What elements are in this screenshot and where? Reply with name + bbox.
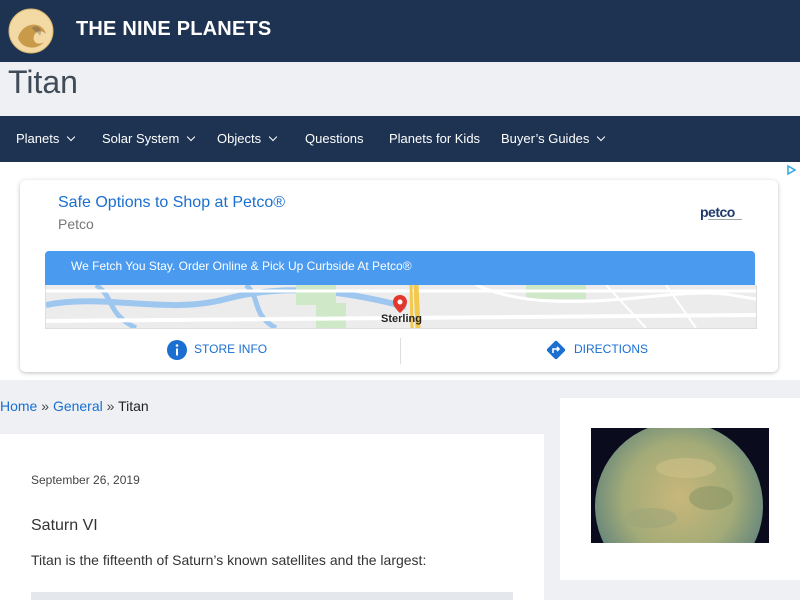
site-title[interactable]: THE NINE PLANETS (76, 18, 271, 41)
nav-item-label: Buyer’s Guides (501, 131, 590, 146)
chevron-down-icon (187, 132, 196, 142)
chevron-down-icon (597, 132, 606, 142)
site-logo-icon[interactable] (8, 8, 54, 54)
petco-logo-tagline (708, 219, 742, 225)
nav-item-planets[interactable]: Planets (16, 116, 76, 162)
map-pin-icon[interactable] (393, 295, 407, 313)
ad-divider (400, 338, 401, 364)
nav-item-buyers-guides[interactable]: Buyer’s Guides (501, 116, 606, 162)
breadcrumb-general-link[interactable]: General (53, 398, 103, 414)
nav-item-label: Planets (16, 131, 60, 146)
breadcrumb: Home » General » Titan (0, 398, 149, 414)
titan-image[interactable] (591, 428, 769, 543)
ad-advertiser: Petco (58, 216, 94, 232)
nav-item-label: Questions (305, 131, 364, 146)
page-title: Titan (8, 64, 78, 100)
nav-item-planets-for-kids[interactable]: Planets for Kids (389, 116, 480, 162)
nav-item-questions[interactable]: Questions (305, 116, 364, 162)
directions-link[interactable]: DIRECTIONS (574, 342, 648, 356)
breadcrumb-separator: » (106, 398, 115, 414)
petco-logo[interactable]: petco (700, 204, 735, 220)
nav-item-label: Objects (217, 131, 262, 146)
site-header: THE NINE PLANETS (0, 0, 800, 62)
breadcrumb-home-link[interactable]: Home (0, 398, 37, 414)
article-intro: Titan is the fifteenth of Saturn’s known… (31, 552, 427, 568)
nav-item-objects[interactable]: Objects (217, 116, 278, 162)
main-navigation: Planets Solar System Objects Questions P… (0, 116, 800, 162)
ad-headline[interactable]: Safe Options to Shop at Petco® (58, 194, 285, 212)
chevron-down-icon (67, 132, 76, 142)
nav-item-solar-system[interactable]: Solar System (102, 116, 196, 162)
data-table-top (31, 592, 513, 600)
titan-moon-graphic (591, 428, 769, 543)
breadcrumb-current: Titan (118, 398, 149, 414)
page-title-bar (0, 62, 800, 116)
ad-choices-icon[interactable] (785, 164, 797, 176)
directions-icon[interactable] (546, 340, 566, 360)
map-location-label: Sterling (381, 313, 422, 325)
store-info-link[interactable]: STORE INFO (194, 342, 267, 356)
breadcrumb-separator: » (41, 398, 50, 414)
article-subtitle: Saturn VI (31, 517, 98, 534)
nav-item-label: Planets for Kids (389, 131, 481, 146)
chevron-down-icon (268, 132, 278, 142)
post-date: September 26, 2019 (31, 473, 140, 487)
ad-banner-text[interactable]: We Fetch You Stay. Order Online & Pick U… (71, 259, 412, 273)
nav-item-label: Solar System (102, 131, 180, 146)
info-icon[interactable] (167, 340, 187, 360)
